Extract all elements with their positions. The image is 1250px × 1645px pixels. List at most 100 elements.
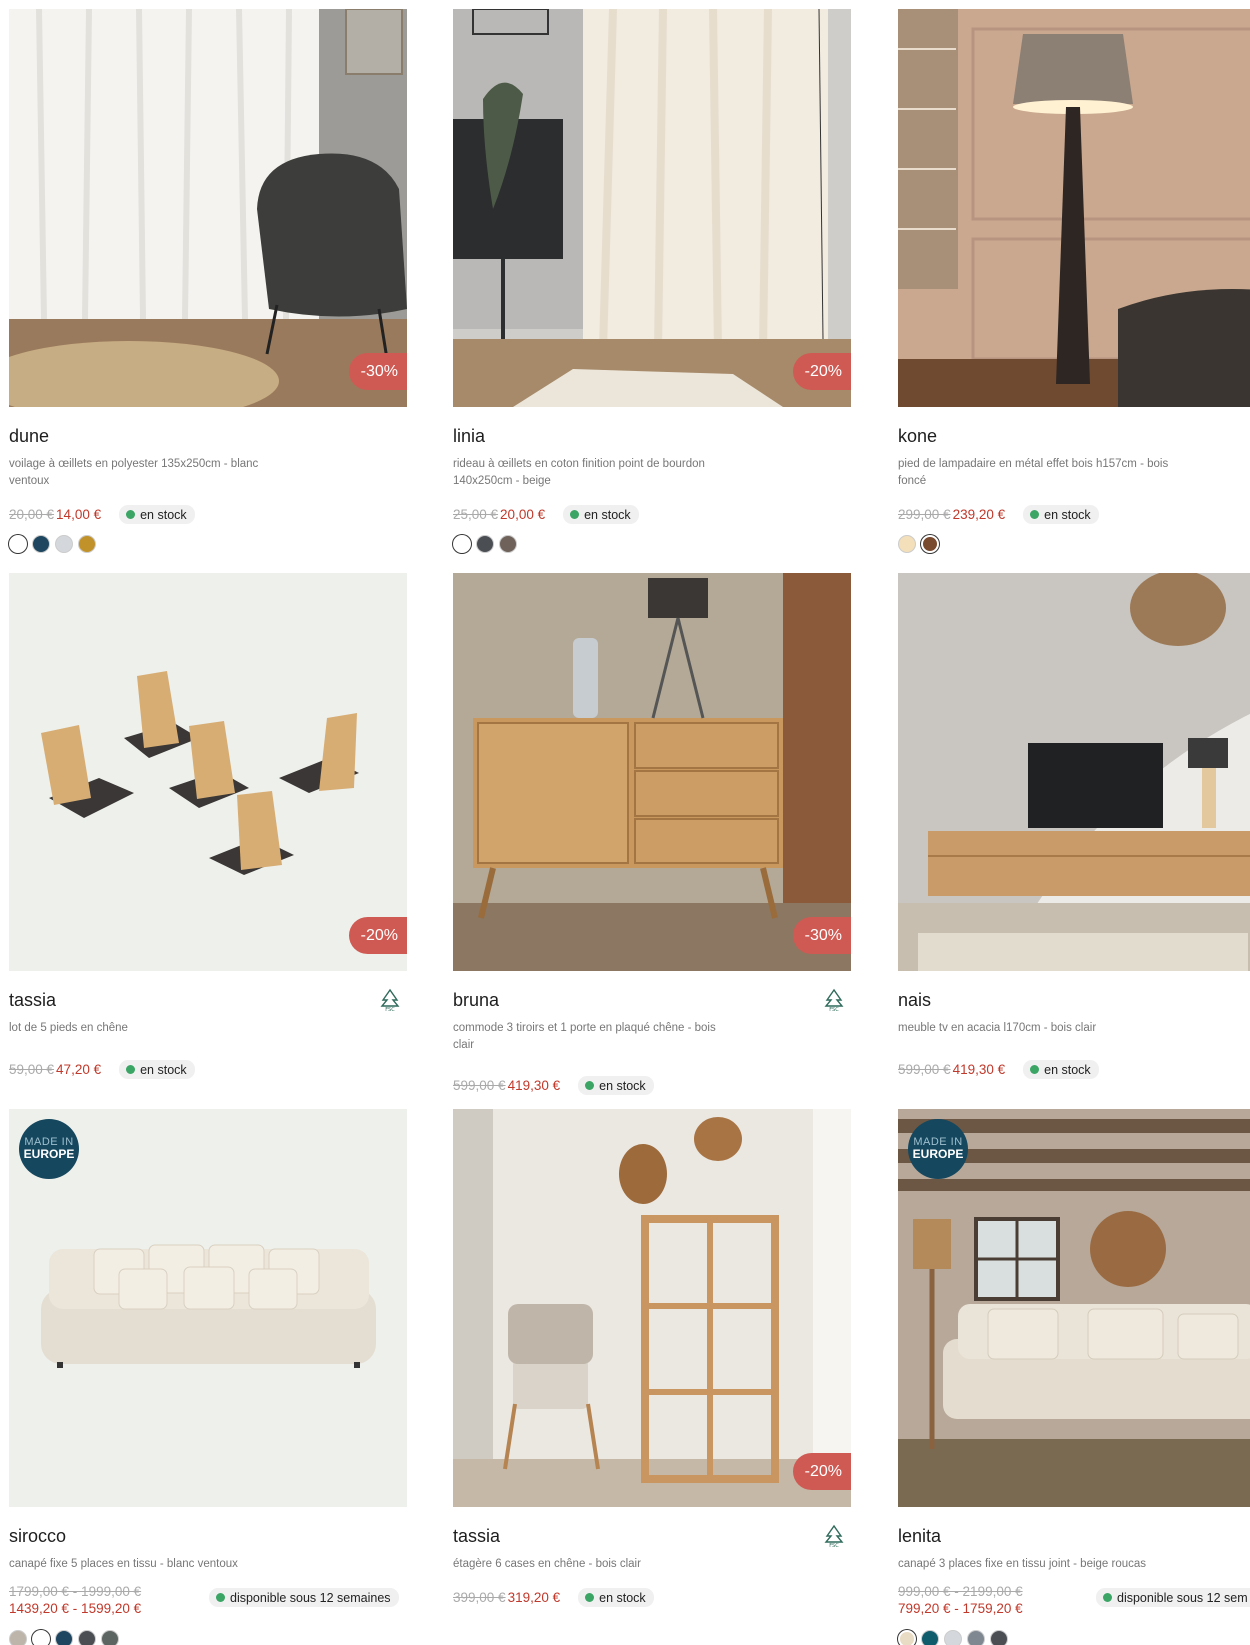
color-swatch[interactable] [78,1630,96,1645]
stock-dot-icon [126,510,136,519]
price-row: 20,00 € 14,00 € en stock [9,505,195,524]
stock-badge: en stock [119,505,195,524]
price-row: 599,00 € 419,30 € en stock [453,1076,654,1095]
color-swatch[interactable] [476,535,494,553]
new-price: 419,30 € [952,1062,1006,1077]
product-card-sirocco[interactable]: MADE IN EUROPE sirocco canapé fixe 5 pla… [9,1109,407,1645]
color-swatch[interactable] [101,1630,119,1645]
color-swatch[interactable] [921,535,939,553]
product-image[interactable]: -30% [9,9,407,407]
product-name[interactable]: bruna [453,990,851,1012]
new-price: 14,00 € [56,507,102,522]
product-card-tassia-feet[interactable]: -20% FSC tassia lot de 5 pieds en chêne … [9,573,407,1079]
product-image[interactable]: MADE IN EUROPE [898,1109,1250,1507]
color-swatch[interactable] [898,535,916,553]
old-price: 599,00 € [898,1062,951,1077]
product-name[interactable]: linia [453,426,851,448]
new-price: 239,20 € [952,507,1006,522]
new-price: 319,20 € [507,1590,561,1605]
stock-dot-icon [1030,1065,1040,1074]
curtain-cabinet-photo [453,9,851,407]
product-card-lenita[interactable]: MADE IN EUROPE lenita canapé 3 places fi… [898,1109,1250,1645]
made-in-europe-badge: MADE IN EUROPE [19,1119,79,1179]
svg-text:FSC: FSC [385,1007,395,1012]
color-swatch[interactable] [921,1630,939,1645]
color-swatch[interactable] [32,535,50,553]
stock-dot-icon [585,1593,595,1602]
price-row: 399,00 € 319,20 € en stock [453,1588,654,1607]
product-card-kone[interactable]: kone pied de lampadaire en métal effet b… [898,9,1250,553]
stock-dot-icon [585,1081,595,1090]
price-row: 299,00 € 239,20 € en stock [898,505,1099,524]
product-description: pied de lampadaire en métal effet bois h… [898,458,1169,487]
color-swatch[interactable] [78,535,96,553]
old-price: 599,00 € [453,1078,506,1093]
product-image[interactable]: -20% [453,1109,851,1507]
product-card-dune[interactable]: -30% dune voilage à œillets en polyester… [9,9,407,553]
product-description: lot de 5 pieds en chêne [9,1022,128,1034]
color-swatch[interactable] [967,1630,985,1645]
price-block: 999,00 € - 2199,00 € 799,20 € - 1759,20 … [898,1584,1023,1616]
floor-lamp-photo [898,9,1250,407]
color-swatches [9,1630,124,1645]
color-swatch[interactable] [499,535,517,553]
stock-label: disponible sous 12 semaines [230,1590,391,1605]
color-swatch[interactable] [32,1630,50,1645]
price-row: 599,00 € 419,30 € en stock [898,1060,1099,1079]
product-card-tassia-shelf[interactable]: -20% FSC tassia étagère 6 cases en chêne… [453,1109,851,1607]
stock-label: en stock [599,1590,646,1605]
color-swatch[interactable] [898,1630,916,1645]
stock-dot-icon [1103,1593,1112,1602]
stock-badge: en stock [578,1588,654,1607]
product-name[interactable]: sirocco [9,1526,407,1548]
color-swatches [898,535,944,553]
price-block: 1799,00 € - 1999,00 € 1439,20 € - 1599,2… [9,1584,141,1616]
color-swatches [9,535,101,553]
color-swatch[interactable] [453,535,471,553]
product-name[interactable]: kone [898,426,1250,448]
product-image[interactable]: -20% [9,573,407,971]
product-image[interactable]: MADE IN EUROPE [9,1109,407,1507]
product-name[interactable]: lenita [898,1526,1250,1548]
color-swatch[interactable] [9,1630,27,1645]
product-description: étagère 6 cases en chêne - bois clair [453,1558,641,1570]
stock-label: en stock [140,507,187,522]
product-card-linia[interactable]: -20% linia rideau à œillets en coton fin… [453,9,851,553]
old-price: 1799,00 € - 1999,00 € [9,1584,142,1599]
product-description: commode 3 tiroirs et 1 porte en plaqué c… [453,1022,716,1051]
product-name[interactable]: tassia [9,990,407,1012]
product-card-nais[interactable]: nais meuble tv en acacia l170cm - bois c… [898,573,1250,1079]
product-card-bruna[interactable]: -30% FSC bruna commode 3 tiroirs et 1 po… [453,573,851,1095]
new-price: 20,00 € [500,507,546,522]
stock-badge: en stock [1023,1060,1099,1079]
product-image[interactable]: -20% [453,9,851,407]
stock-badge: disponible sous 12 semaines [209,1588,399,1607]
color-swatch[interactable] [9,535,27,553]
stock-label: en stock [599,1078,646,1093]
stock-badge: en stock [578,1076,654,1095]
stock-label: disponible sous 12 sem [1117,1590,1248,1605]
product-image[interactable] [898,573,1250,971]
stock-dot-icon [1030,510,1040,519]
svg-text:FSC: FSC [829,1007,839,1012]
europe-label: EUROPE [23,1147,75,1161]
price-row: 59,00 € 47,20 € en stock [9,1060,195,1079]
stock-badge: disponible sous 12 sem [1096,1588,1250,1607]
color-swatch[interactable] [55,535,73,553]
product-name[interactable]: dune [9,426,407,448]
product-name[interactable]: nais [898,990,1250,1012]
old-price: 299,00 € [898,507,951,522]
stock-dot-icon [216,1593,225,1602]
price-row: 25,00 € 20,00 € en stock [453,505,639,524]
color-swatch[interactable] [990,1630,1008,1645]
tv-stand-photo [898,573,1250,971]
product-name[interactable]: tassia [453,1526,851,1548]
color-swatch[interactable] [944,1630,962,1645]
new-price: 419,30 € [507,1078,561,1093]
color-swatch[interactable] [55,1630,73,1645]
product-image[interactable]: -30% [453,573,851,971]
shelf-chair-photo [453,1109,851,1507]
stock-dot-icon [570,510,580,519]
product-image[interactable] [898,9,1250,407]
dresser-photo [453,573,851,971]
